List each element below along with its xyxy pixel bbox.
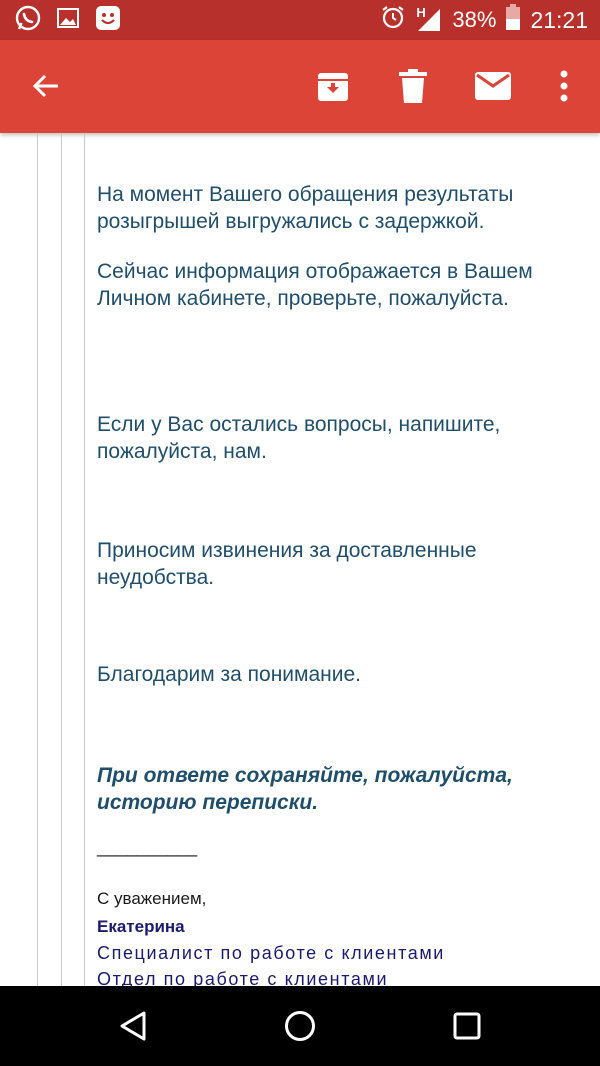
sender-role: Специалист по работе с клиентами bbox=[97, 943, 445, 963]
paragraph: Если у Вас остались вопросы, напишите, п… bbox=[97, 413, 501, 463]
clock: 21:21 bbox=[530, 6, 588, 33]
signal-icon: H bbox=[416, 5, 442, 33]
more-options-button[interactable] bbox=[544, 66, 584, 106]
delete-icon bbox=[399, 69, 427, 103]
alarm-icon bbox=[380, 4, 406, 36]
whatsapp-icon bbox=[14, 4, 42, 37]
image-icon bbox=[56, 6, 80, 35]
battery-icon bbox=[506, 4, 521, 36]
paragraph: На момент Вашего обращения результаты ро… bbox=[97, 183, 514, 233]
message-body[interactable]: На момент Вашего обращения результаты ро… bbox=[0, 133, 600, 986]
smiley-icon bbox=[94, 4, 122, 37]
recents-square-icon bbox=[453, 1012, 481, 1040]
back-button[interactable] bbox=[26, 66, 66, 106]
home-circle-icon bbox=[285, 1011, 315, 1041]
home-nav-button[interactable] bbox=[280, 1006, 320, 1046]
archive-icon bbox=[318, 73, 348, 101]
quote-line bbox=[84, 133, 85, 986]
delete-button[interactable] bbox=[393, 66, 433, 106]
back-arrow-icon bbox=[32, 74, 58, 98]
mark-unread-icon bbox=[475, 72, 511, 100]
reply-note: При ответе сохраняйте, пожалуйста, истор… bbox=[97, 764, 513, 814]
regards: С уважением, bbox=[97, 889, 207, 908]
recents-nav-button[interactable] bbox=[447, 1006, 487, 1046]
quote-line bbox=[37, 133, 38, 986]
sender-department: Отдел по работе с клиентами bbox=[97, 969, 389, 986]
system-nav-bar bbox=[0, 986, 600, 1066]
separator: __________ bbox=[97, 837, 198, 857]
back-triangle-icon bbox=[120, 1011, 146, 1041]
paragraph: Сейчас информация отображается в Вашем Л… bbox=[97, 260, 533, 310]
app-toolbar bbox=[0, 40, 600, 133]
network-type: H bbox=[416, 5, 426, 20]
paragraph: Благодарим за понимание. bbox=[97, 663, 361, 686]
archive-button[interactable] bbox=[313, 66, 353, 106]
more-vert-icon bbox=[560, 70, 568, 102]
sender-name: Екатерина bbox=[97, 917, 185, 936]
paragraph: Приносим извинения за доставленные неудо… bbox=[97, 539, 477, 589]
mark-unread-button[interactable] bbox=[473, 66, 513, 106]
status-bar: H 38% 21:21 bbox=[0, 0, 600, 40]
quote-line bbox=[61, 133, 62, 986]
back-nav-button[interactable] bbox=[113, 1006, 153, 1046]
battery-percent: 38% bbox=[452, 7, 497, 32]
